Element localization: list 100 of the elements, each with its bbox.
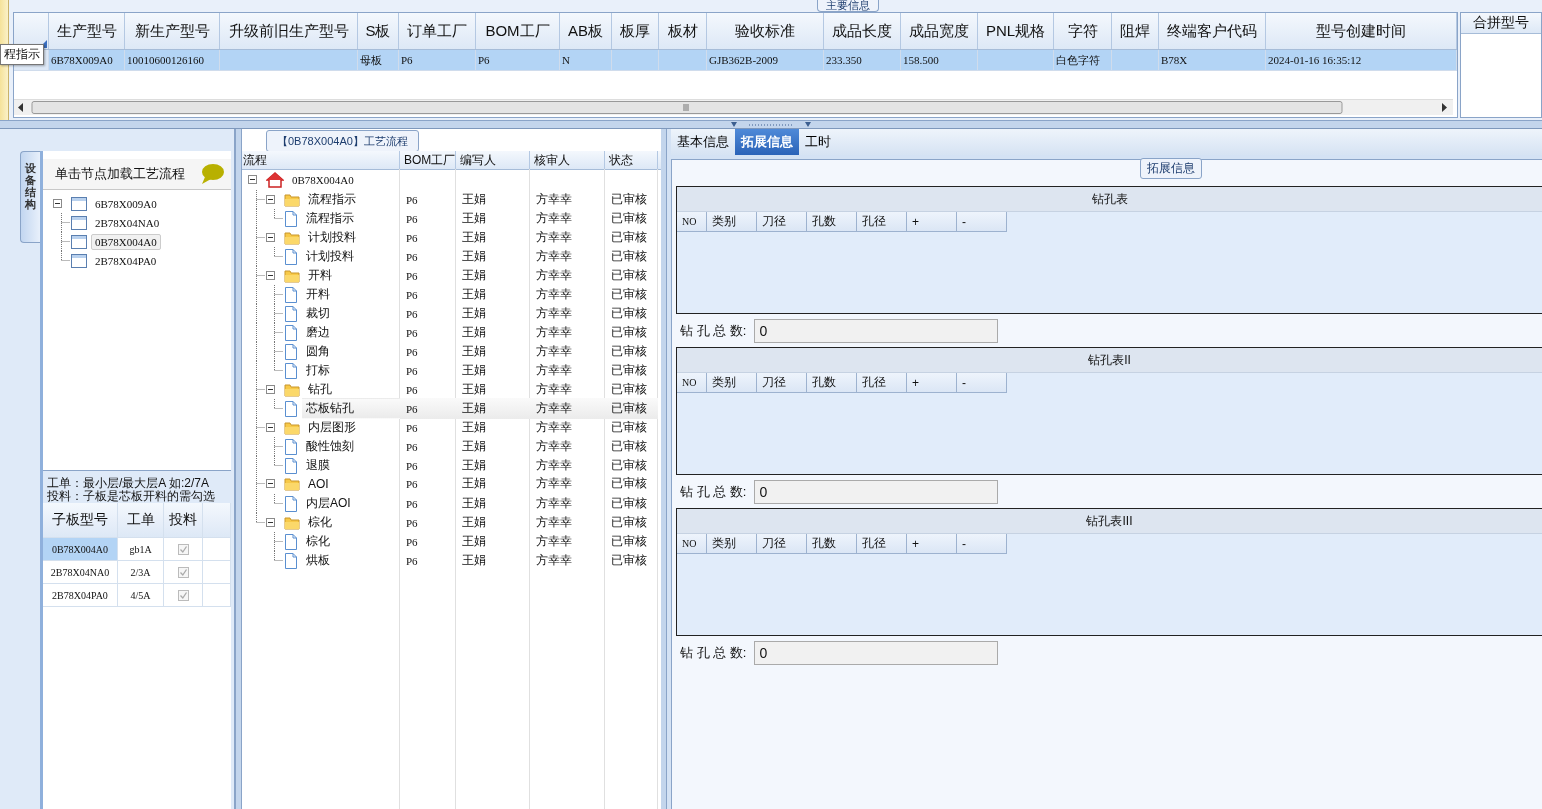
- table-cell-text: 王娟: [461, 419, 487, 436]
- group-title: 拓展信息: [1140, 158, 1202, 179]
- tree-node-label: 开料: [307, 267, 333, 284]
- tree-node-label: 磨边: [305, 324, 331, 341]
- table-cell-text: 王娟: [461, 343, 487, 360]
- table-cell-text: 方幸幸: [535, 229, 573, 246]
- table-cell-text: 已审核: [610, 495, 648, 512]
- table-cell: P6: [399, 50, 476, 70]
- table-cell-text: 已审核: [610, 305, 648, 322]
- table-cell: 4/5A: [118, 584, 164, 606]
- tree-node-label: 内层图形: [307, 419, 357, 436]
- table-cell-text: 方幸幸: [535, 210, 573, 227]
- table-cell-text: P6: [405, 496, 419, 512]
- tree-node-label: 打标: [305, 362, 331, 379]
- table-cell-text: 王娟: [461, 438, 487, 455]
- table-cell-text: 方幸幸: [535, 514, 573, 531]
- table-cell-text: P6: [405, 344, 419, 360]
- table-title: 钻孔表II: [677, 348, 1542, 373]
- table-cell-text: 王娟: [461, 305, 487, 322]
- table-cell-text: P6: [405, 230, 419, 246]
- table-cell: 2024-01-16 16:35:12: [1266, 50, 1457, 70]
- table-cell-text: 方幸幸: [535, 324, 573, 341]
- table-cell: 2/3A: [118, 561, 164, 583]
- tree-node-label: 计划投料: [307, 229, 357, 246]
- table-cell-text: 方幸幸: [535, 286, 573, 303]
- table-cell-text: 方幸幸: [535, 552, 573, 569]
- table-title: 钻孔表III: [677, 509, 1542, 534]
- table-cell-text: 王娟: [461, 381, 487, 398]
- table-cell-text: 方幸幸: [535, 305, 573, 322]
- tree-node-label: 计划投料: [305, 248, 355, 265]
- table-cell-text: P6: [405, 192, 419, 208]
- table-cell-text: 已审核: [610, 381, 648, 398]
- table-cell-text: P6: [405, 534, 419, 550]
- table-cell-text: P6: [405, 211, 419, 227]
- note-text: 工单：最小层/最大层A 如:2/7A: [47, 477, 211, 490]
- field-label: 钻 孔 总 数:: [680, 321, 747, 340]
- table-cell-text: P6: [405, 420, 419, 436]
- table-cell-text: 王娟: [461, 533, 487, 550]
- table-cell: gb1A: [118, 538, 164, 560]
- table-cell-text: P6: [405, 382, 419, 398]
- table-cell-text: P6: [405, 306, 419, 322]
- table-cell-text: 已审核: [610, 457, 648, 474]
- table-cell-text: 已审核: [610, 533, 648, 550]
- tree-node-label: 烘板: [305, 552, 331, 569]
- table-cell: B78X: [1159, 50, 1266, 70]
- hint-text: 单击节点加载工艺流程: [55, 165, 185, 183]
- table-cell-text: 已审核: [610, 438, 648, 455]
- table-cell-text: 已审核: [610, 552, 648, 569]
- tooltip: 程指示: [0, 44, 44, 65]
- tree-node-label: 钻孔: [307, 381, 333, 398]
- table-cell-text: P6: [405, 553, 419, 569]
- table-title: 钻孔表: [677, 187, 1542, 212]
- table-cell: 母板: [358, 50, 399, 70]
- table-cell: N: [560, 50, 612, 70]
- table-cell-text: 已审核: [610, 248, 648, 265]
- table-cell-text: 方幸幸: [535, 533, 573, 550]
- table-cell-text: 方幸幸: [535, 191, 573, 208]
- table-cell-text: 已审核: [610, 514, 648, 531]
- table-cell-text: 方幸幸: [535, 457, 573, 474]
- note-text: 投料：子板是芯板开料的需勾选: [47, 490, 216, 503]
- tree-node-label: 酸性蚀刻: [305, 438, 355, 455]
- table-cell: 10010600126160: [125, 50, 220, 70]
- table-cell-text: 已审核: [610, 419, 648, 436]
- table-cell-text: 王娟: [461, 475, 487, 492]
- table-cell-text: 王娟: [461, 324, 487, 341]
- table-cell: 158.500: [901, 50, 978, 70]
- group-title: 主要信息: [817, 0, 879, 12]
- table-cell-text: 方幸幸: [535, 475, 573, 492]
- field-label: 钻 孔 总 数:: [680, 643, 747, 662]
- tree-node-label: 裁切: [305, 305, 331, 322]
- table-cell: 6B78X009A0: [49, 50, 125, 70]
- table-cell-text: 王娟: [461, 267, 487, 284]
- table-cell-text: P6: [405, 515, 419, 531]
- table-cell-text: 方幸幸: [535, 495, 573, 512]
- table-cell: 233.350: [824, 50, 901, 70]
- tree-node-label: 棕化: [305, 533, 331, 550]
- table-cell-text: 王娟: [461, 286, 487, 303]
- tree-node-label: AOI: [307, 475, 330, 493]
- table-cell: 王娟: [456, 398, 530, 419]
- table-cell-text: 已审核: [610, 267, 648, 284]
- table-cell: P6: [476, 50, 560, 70]
- table-cell-text: 王娟: [461, 248, 487, 265]
- table-cell: 白色字符: [1054, 50, 1112, 70]
- tree-node-label: 内层AOI: [305, 495, 352, 512]
- table-cell-text: 已审核: [610, 229, 648, 246]
- table-cell: 已审核: [605, 398, 658, 419]
- group-title: 【0B78X004A0】工艺流程: [266, 130, 419, 152]
- table-cell-text: 方幸幸: [535, 343, 573, 360]
- tree-node-label: 芯板钻孔: [302, 398, 400, 419]
- table-cell-text: P6: [405, 439, 419, 455]
- table-cell-text: 王娟: [461, 552, 487, 569]
- table-cell-text: 王娟: [461, 210, 487, 227]
- table-cell-text: 王娟: [461, 362, 487, 379]
- table-cell-text: 王娟: [461, 457, 487, 474]
- table-cell-text: 已审核: [610, 362, 648, 379]
- table-cell-text: 王娟: [461, 229, 487, 246]
- table-cell-text: 已审核: [610, 286, 648, 303]
- table-cell-text: P6: [405, 476, 419, 492]
- table-cell-text: P6: [405, 268, 419, 284]
- table-cell-text: P6: [405, 363, 419, 379]
